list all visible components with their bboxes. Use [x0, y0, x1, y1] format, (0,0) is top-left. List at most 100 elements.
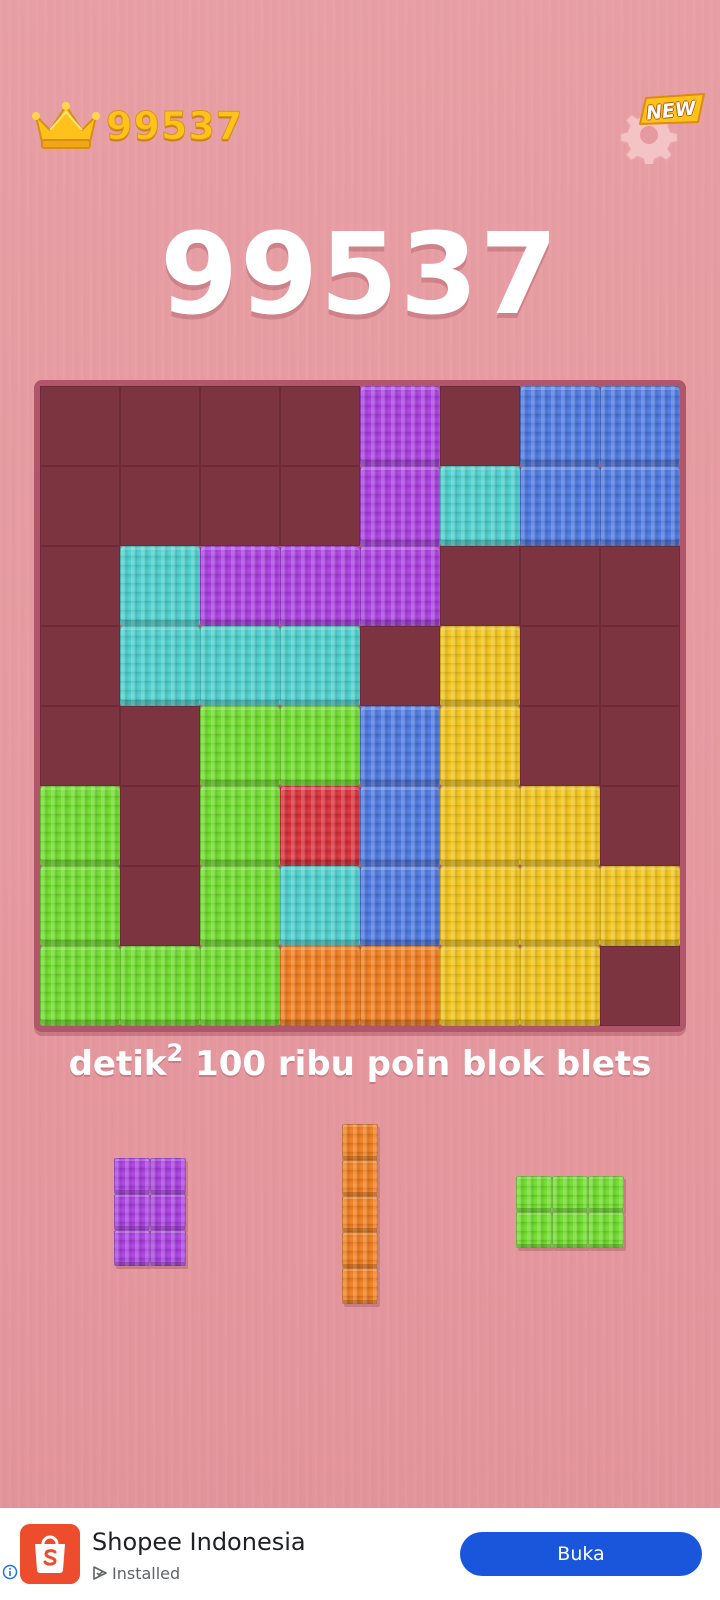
board-cell-yellow[interactable] [520, 866, 600, 946]
board-cell-yellow[interactable] [520, 786, 600, 866]
board-cell-blue[interactable] [600, 386, 680, 466]
tray-piece-purple-block[interactable] [114, 1194, 150, 1230]
tray-piece-green-block[interactable] [552, 1212, 588, 1248]
caption-text-after: 100 ribu poin blok blets [183, 1044, 652, 1084]
board-cell-empty[interactable] [40, 706, 120, 786]
board-cell-empty[interactable] [600, 546, 680, 626]
board-cell-empty[interactable] [40, 626, 120, 706]
board-cell-empty[interactable] [280, 386, 360, 466]
board-cell-cyan[interactable] [120, 626, 200, 706]
board-cell-cyan[interactable] [440, 466, 520, 546]
tray-piece-purple[interactable] [114, 1158, 186, 1266]
board-cell-empty[interactable] [120, 706, 200, 786]
tray-piece-purple-block[interactable] [150, 1194, 186, 1230]
board-cell-blue[interactable] [600, 466, 680, 546]
board-cell-empty[interactable] [200, 386, 280, 466]
tray-piece-orange-block[interactable] [342, 1232, 378, 1268]
tray-piece-purple-block[interactable] [114, 1230, 150, 1266]
board-cell-blue[interactable] [360, 866, 440, 946]
tray-piece-purple-block[interactable] [150, 1230, 186, 1266]
board-cell-purple[interactable] [360, 386, 440, 466]
caption: detik2 100 ribu poin blok blets [0, 1041, 720, 1084]
board-cell-orange[interactable] [280, 946, 360, 1026]
board-cell-empty[interactable] [360, 626, 440, 706]
board-cell-green[interactable] [120, 946, 200, 1026]
board-cell-empty[interactable] [520, 706, 600, 786]
game-screen: 99537 NEW 99537 detik2 100 ribu poin blo… [0, 0, 720, 1508]
board-cell-empty[interactable] [120, 386, 200, 466]
board-cell-yellow[interactable] [440, 866, 520, 946]
board-cell-green[interactable] [40, 866, 120, 946]
tray-piece-orange[interactable] [342, 1124, 378, 1304]
crown-icon [32, 102, 100, 149]
open-app-button[interactable]: Buka [460, 1532, 702, 1576]
board-cell-green[interactable] [200, 946, 280, 1026]
board-cell-purple[interactable] [360, 546, 440, 626]
game-board[interactable] [40, 386, 680, 1026]
ad-status-text: Installed [112, 1563, 181, 1583]
board-cell-empty[interactable] [120, 466, 200, 546]
tray-piece-orange-block[interactable] [342, 1268, 378, 1304]
tray-piece-purple-block[interactable] [150, 1158, 186, 1194]
board-cell-yellow[interactable] [440, 626, 520, 706]
board-cell-green[interactable] [40, 946, 120, 1026]
shopee-bag-icon[interactable] [20, 1524, 80, 1584]
board-cell-orange[interactable] [360, 946, 440, 1026]
board-cell-empty[interactable] [440, 386, 520, 466]
info-icon[interactable] [2, 1564, 18, 1580]
board-cell-yellow[interactable] [440, 706, 520, 786]
board-cell-empty[interactable] [600, 706, 680, 786]
tray-piece-orange-block[interactable] [342, 1196, 378, 1232]
board-cell-blue[interactable] [360, 786, 440, 866]
settings-button[interactable]: NEW [620, 93, 706, 164]
caption-superscript: 2 [166, 1039, 184, 1067]
board-cell-red[interactable] [280, 786, 360, 866]
board-cell-empty[interactable] [520, 546, 600, 626]
board-cell-blue[interactable] [360, 706, 440, 786]
ad-banner[interactable]: Shopee Indonesia Installed Buka [0, 1508, 720, 1600]
board-cell-blue[interactable] [520, 386, 600, 466]
board-cell-empty[interactable] [40, 546, 120, 626]
play-store-icon [93, 1566, 107, 1580]
board-cell-yellow[interactable] [520, 946, 600, 1026]
tray-piece-green[interactable] [516, 1176, 624, 1248]
ad-app-name[interactable]: Shopee Indonesia [92, 1528, 306, 1556]
board-cell-empty[interactable] [280, 466, 360, 546]
board-cell-cyan[interactable] [280, 626, 360, 706]
tray-piece-purple-block[interactable] [114, 1158, 150, 1194]
board-cell-yellow[interactable] [600, 866, 680, 946]
board-cell-empty[interactable] [200, 466, 280, 546]
board-cell-green[interactable] [40, 786, 120, 866]
board-cell-yellow[interactable] [440, 946, 520, 1026]
board-cell-empty[interactable] [40, 466, 120, 546]
board-cell-blue[interactable] [520, 466, 600, 546]
board-cell-empty[interactable] [600, 786, 680, 866]
board-cell-green[interactable] [200, 786, 280, 866]
board-cell-empty[interactable] [600, 626, 680, 706]
board-cell-empty[interactable] [120, 866, 200, 946]
tray-piece-green-block[interactable] [552, 1176, 588, 1212]
board-cell-yellow[interactable] [440, 786, 520, 866]
tray-piece-green-block[interactable] [588, 1176, 624, 1212]
board-cell-empty[interactable] [440, 546, 520, 626]
tray-piece-green-block[interactable] [588, 1212, 624, 1248]
board-cell-empty[interactable] [600, 946, 680, 1026]
current-score: 99537 [160, 210, 560, 340]
board-cell-purple[interactable] [280, 546, 360, 626]
board-cell-empty[interactable] [520, 626, 600, 706]
ad-status: Installed [92, 1562, 180, 1584]
board-cell-purple[interactable] [200, 546, 280, 626]
board-cell-cyan[interactable] [280, 866, 360, 946]
board-cell-green[interactable] [280, 706, 360, 786]
board-cell-empty[interactable] [120, 786, 200, 866]
board-cell-cyan[interactable] [200, 626, 280, 706]
board-cell-green[interactable] [200, 706, 280, 786]
tray-piece-orange-block[interactable] [342, 1160, 378, 1196]
board-cell-cyan[interactable] [120, 546, 200, 626]
tray-piece-green-block[interactable] [516, 1176, 552, 1212]
board-cell-green[interactable] [200, 866, 280, 946]
board-cell-purple[interactable] [360, 466, 440, 546]
board-cell-empty[interactable] [40, 386, 120, 466]
tray-piece-green-block[interactable] [516, 1212, 552, 1248]
tray-piece-orange-block[interactable] [342, 1124, 378, 1160]
